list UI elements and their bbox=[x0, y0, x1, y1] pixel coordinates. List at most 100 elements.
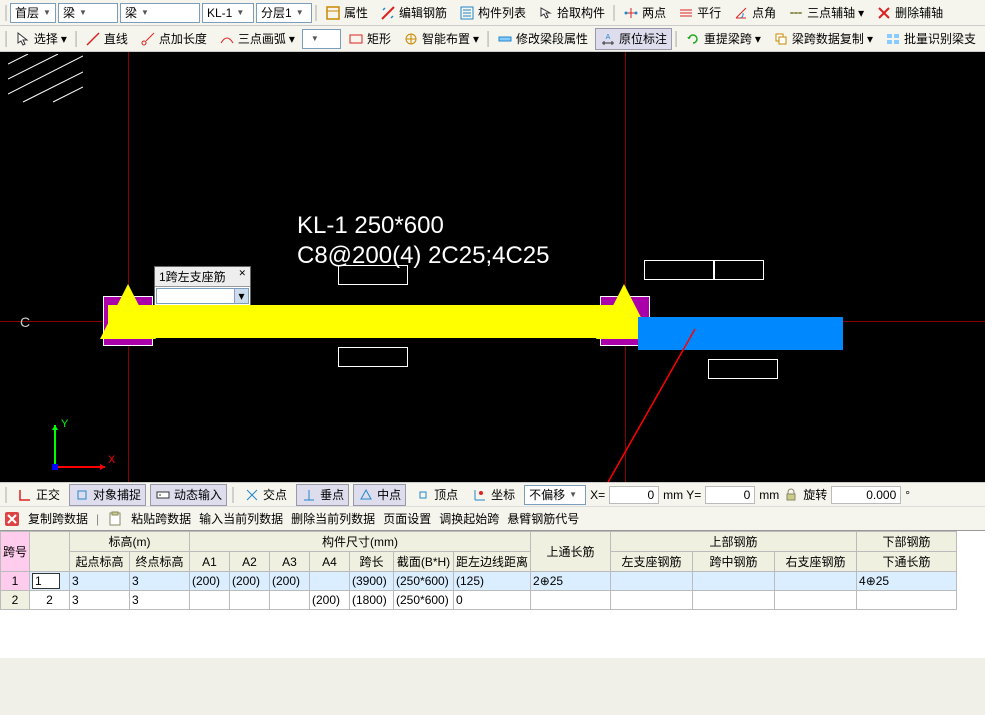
point-length-button[interactable]: 点加长度 bbox=[135, 28, 212, 50]
copy-span-action[interactable]: 复制跨数据 bbox=[28, 510, 88, 527]
close-panel-icon[interactable] bbox=[4, 511, 20, 527]
col-span-no[interactable]: 跨号 bbox=[1, 532, 30, 572]
dyn-input-toggle[interactable]: 动态输入 bbox=[150, 484, 227, 506]
table-cell[interactable]: (200) bbox=[230, 572, 270, 591]
col-left-support[interactable]: 左支座钢筋 bbox=[611, 552, 693, 572]
table-cell[interactable]: 3 bbox=[70, 591, 130, 610]
col-elev[interactable]: 标高(m) bbox=[70, 532, 190, 552]
table-row[interactable]: 1133(200)(200)(200)(3900)(250*600)(125)2… bbox=[1, 572, 957, 591]
table-cell[interactable]: 0 bbox=[454, 591, 531, 610]
col-end-elev[interactable]: 终点标高 bbox=[130, 552, 190, 572]
edit-rebar-button[interactable]: 编辑钢筋 bbox=[375, 2, 452, 24]
properties-button[interactable]: 属性 bbox=[320, 2, 373, 24]
floor-combo[interactable]: 首层▼ bbox=[10, 3, 56, 23]
table-cell[interactable] bbox=[190, 591, 230, 610]
modify-span-button[interactable]: 修改梁段属性 bbox=[492, 28, 593, 50]
col-a3[interactable]: A3 bbox=[270, 552, 310, 572]
dropdown-arrow-icon[interactable]: ▾ bbox=[234, 289, 248, 303]
table-cell[interactable]: 3 bbox=[130, 591, 190, 610]
y-value[interactable]: 0 bbox=[705, 486, 755, 504]
col-a2[interactable]: A2 bbox=[230, 552, 270, 572]
coord-snap-toggle[interactable]: 坐标 bbox=[467, 484, 520, 506]
arc-options-combo[interactable]: ▼ bbox=[302, 29, 341, 49]
layer-combo[interactable]: 分层1▼ bbox=[256, 3, 312, 23]
point-angle-button[interactable]: 点角 bbox=[728, 2, 781, 24]
rect-button[interactable]: 矩形 bbox=[343, 28, 396, 50]
col-start-elev[interactable]: 起点标高 bbox=[70, 552, 130, 572]
member-combo[interactable]: KL-1▼ bbox=[202, 3, 254, 23]
del-col-action[interactable]: 删除当前列数据 bbox=[291, 510, 375, 527]
col-top-rebar[interactable]: 上部钢筋 bbox=[611, 532, 857, 552]
pick-member-button[interactable]: 拾取构件 bbox=[533, 2, 610, 24]
table-cell[interactable] bbox=[775, 591, 857, 610]
table-cell[interactable] bbox=[857, 591, 957, 610]
close-icon[interactable]: ✕ bbox=[238, 268, 246, 285]
line-button[interactable]: 直线 bbox=[80, 28, 133, 50]
smart-layout-button[interactable]: 智能布置▾ bbox=[398, 28, 484, 50]
table-cell[interactable]: 4⊕25 bbox=[857, 572, 957, 591]
table-cell[interactable]: 1 bbox=[30, 572, 70, 591]
delete-aux-button[interactable]: 删除辅轴 bbox=[871, 2, 948, 24]
member-list-button[interactable]: 构件列表 bbox=[454, 2, 531, 24]
offset-combo[interactable]: 不偏移▼ bbox=[524, 485, 586, 505]
page-setup-action[interactable]: 页面设置 bbox=[383, 510, 431, 527]
col-bot-through[interactable]: 下通长筋 bbox=[857, 552, 957, 572]
table-cell[interactable]: (250*600) bbox=[394, 572, 454, 591]
paste-span-action[interactable]: 粘贴跨数据 bbox=[131, 510, 191, 527]
table-cell[interactable] bbox=[270, 591, 310, 610]
category-combo[interactable]: 梁▼ bbox=[58, 3, 118, 23]
table-cell[interactable] bbox=[531, 591, 611, 610]
ortho-toggle[interactable]: 正交 bbox=[12, 484, 65, 506]
batch-recog-button[interactable]: 批量识别梁支 bbox=[880, 28, 981, 50]
table-row[interactable]: 2233(200)(1800)(250*600)0 bbox=[1, 591, 957, 610]
parallel-button[interactable]: 平行 bbox=[673, 2, 726, 24]
table-cell[interactable] bbox=[611, 572, 693, 591]
span-support-dropdown[interactable]: 1跨左支座筋✕ ▾ bbox=[154, 266, 251, 306]
lock-icon[interactable] bbox=[783, 487, 799, 503]
col-member-size[interactable]: 构件尺寸(mm) bbox=[190, 532, 531, 552]
table-cell[interactable]: (200) bbox=[270, 572, 310, 591]
vertex-snap-toggle[interactable]: 顶点 bbox=[410, 484, 463, 506]
col-span-len[interactable]: 跨长 bbox=[350, 552, 394, 572]
table-cell[interactable]: (250*600) bbox=[394, 591, 454, 610]
three-point-aux-button[interactable]: 三点辅轴▾ bbox=[783, 2, 869, 24]
table-cell[interactable]: 2⊕25 bbox=[531, 572, 611, 591]
col-top-through[interactable]: 上通长筋 bbox=[531, 532, 611, 572]
col-span-no2[interactable] bbox=[30, 532, 70, 572]
table-cell[interactable]: (200) bbox=[310, 591, 350, 610]
x-value[interactable]: 0 bbox=[609, 486, 659, 504]
col-dist-left[interactable]: 距左边线距离 bbox=[454, 552, 531, 572]
col-a1[interactable]: A1 bbox=[190, 552, 230, 572]
angle-value[interactable]: 0.000 bbox=[831, 486, 901, 504]
table-cell[interactable] bbox=[310, 572, 350, 591]
drawing-canvas[interactable]: KL-1 250*600 C8@200(4) 2C25;4C25 1跨左支座筋✕… bbox=[0, 52, 985, 482]
table-cell[interactable]: (3900) bbox=[350, 572, 394, 591]
table-cell[interactable] bbox=[693, 591, 775, 610]
regen-span-button[interactable]: 重提梁跨▾ bbox=[680, 28, 766, 50]
col-right-support[interactable]: 右支座钢筋 bbox=[775, 552, 857, 572]
col-section[interactable]: 截面(B*H) bbox=[394, 552, 454, 572]
table-cell[interactable] bbox=[693, 572, 775, 591]
table-cell[interactable] bbox=[611, 591, 693, 610]
table-cell[interactable]: (1800) bbox=[350, 591, 394, 610]
col-bot-rebar[interactable]: 下部钢筋 bbox=[857, 532, 957, 552]
two-point-button[interactable]: 两点 bbox=[618, 2, 671, 24]
table-cell[interactable]: 1 bbox=[1, 572, 30, 591]
type-combo[interactable]: 梁▼ bbox=[120, 3, 200, 23]
table-cell[interactable]: 3 bbox=[70, 572, 130, 591]
beam-span-2[interactable] bbox=[638, 317, 843, 350]
table-cell[interactable]: 3 bbox=[130, 572, 190, 591]
select-button[interactable]: 选择▾ bbox=[10, 28, 72, 50]
orig-mark-button[interactable]: A原位标注 bbox=[595, 28, 672, 50]
col-a4[interactable]: A4 bbox=[310, 552, 350, 572]
span-data-table[interactable]: 跨号 标高(m) 构件尺寸(mm) 上通长筋 上部钢筋 下部钢筋 起点标高 终点… bbox=[0, 531, 957, 610]
table-cell[interactable]: (125) bbox=[454, 572, 531, 591]
perp-snap-toggle[interactable]: 垂点 bbox=[296, 484, 349, 506]
table-cell[interactable]: (200) bbox=[190, 572, 230, 591]
mid-snap-toggle[interactable]: 中点 bbox=[353, 484, 406, 506]
table-cell[interactable] bbox=[775, 572, 857, 591]
table-cell[interactable]: 2 bbox=[1, 591, 30, 610]
cantilever-action[interactable]: 悬臂钢筋代号 bbox=[507, 510, 579, 527]
adj-start-action[interactable]: 调换起始跨 bbox=[439, 510, 499, 527]
osnap-toggle[interactable]: 对象捕捉 bbox=[69, 484, 146, 506]
